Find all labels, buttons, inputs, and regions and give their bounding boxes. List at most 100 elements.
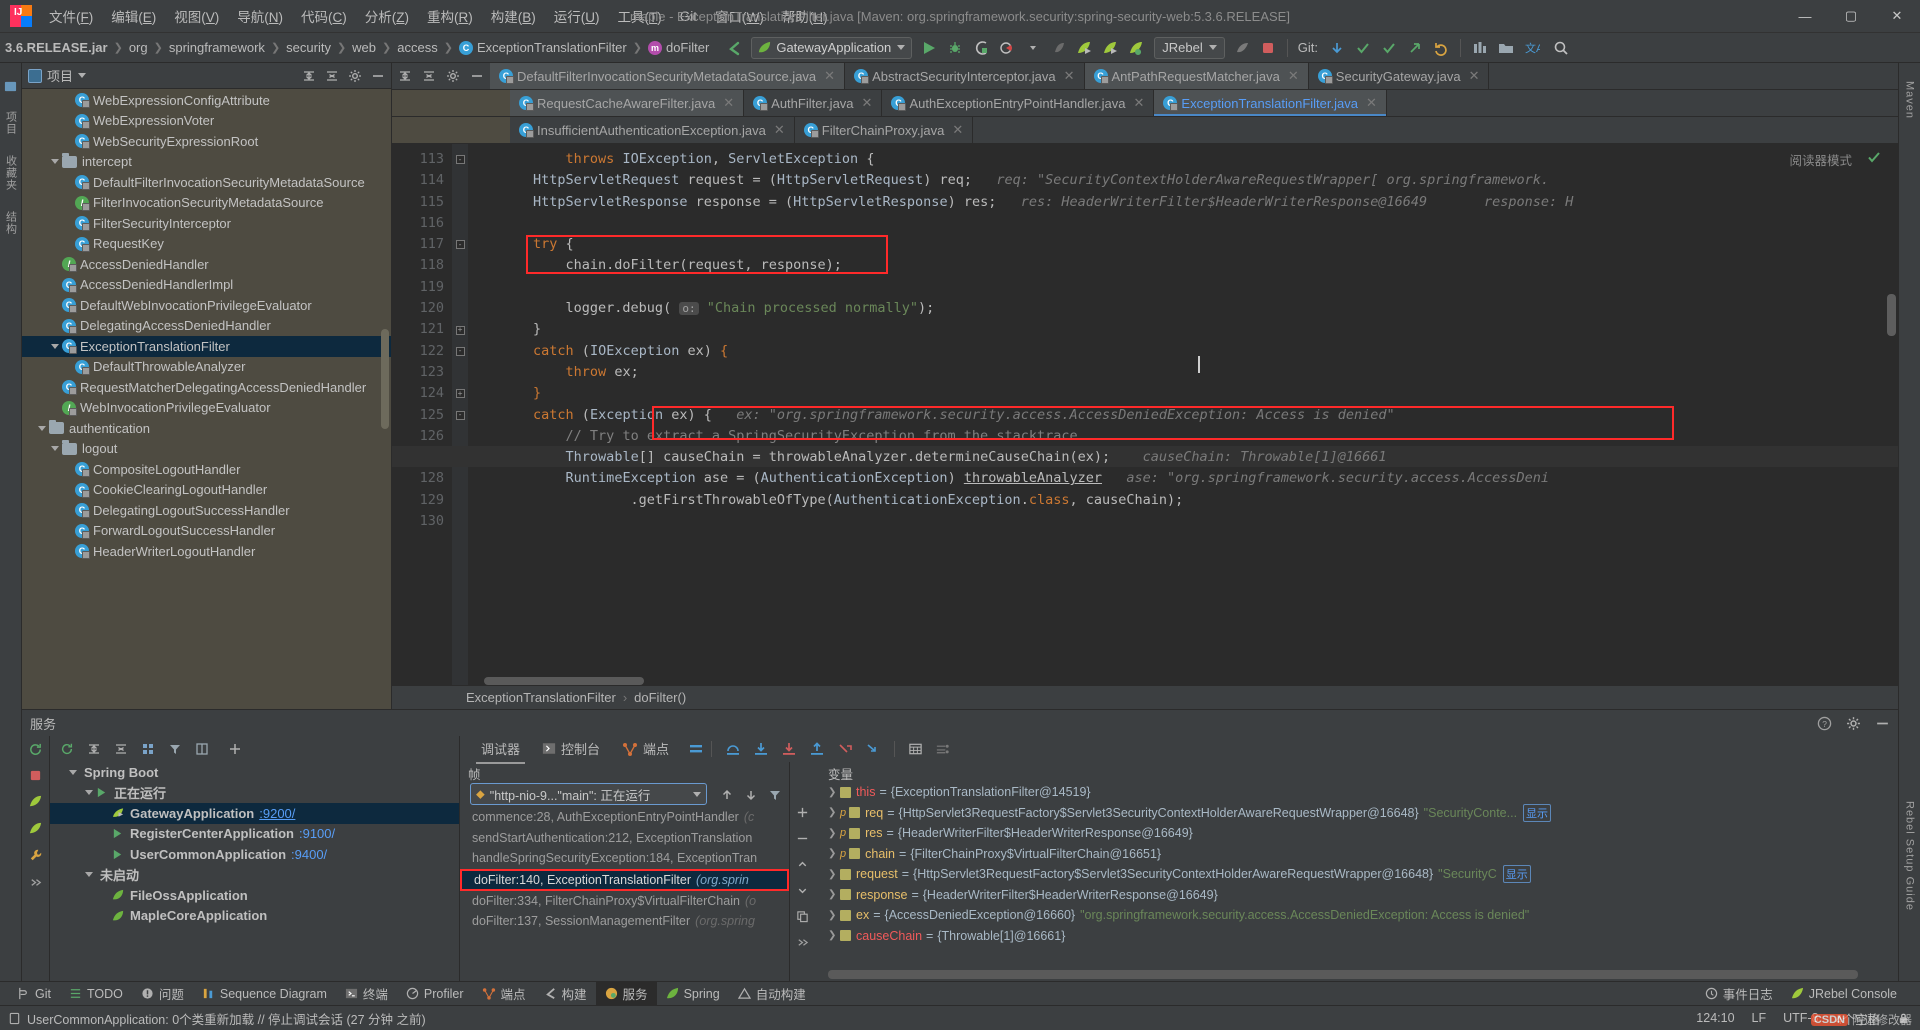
code-editor[interactable]: 113 114 115 116 117 118 119 120 121 122 123 124 125 1… bbox=[392, 144, 1898, 685]
profile-dropdown-icon[interactable] bbox=[995, 36, 1019, 60]
editor-horizontal-scrollbar[interactable] bbox=[484, 677, 644, 685]
tree-node[interactable]: C FilterSecurityInterceptor bbox=[22, 213, 391, 234]
left-strip-label-project[interactable]: 项目 bbox=[3, 111, 19, 135]
settings-list-icon[interactable] bbox=[935, 742, 950, 756]
editor-tab[interactable]: C AuthExceptionEntryPointHandler.java ✕ bbox=[882, 90, 1155, 116]
add-icon[interactable] bbox=[228, 742, 242, 756]
fold-toggle-icon[interactable]: - bbox=[455, 346, 465, 356]
git-push-icon[interactable] bbox=[1403, 36, 1427, 60]
editor-tab[interactable]: C InsufficientAuthenticationException.jav… bbox=[510, 117, 795, 143]
variable-row[interactable]: ❯ request = {HttpServlet3RequestFactory$Ser… bbox=[814, 864, 1898, 885]
undo-icon[interactable] bbox=[1429, 36, 1453, 60]
expand-chevron-icon[interactable]: ❯ bbox=[828, 889, 840, 900]
tree-node[interactable]: C WebExpressionVoter bbox=[22, 111, 391, 132]
code-viewport[interactable]: 113 114 115 116 117 118 119 120 121 122 123 124 125 1… bbox=[392, 144, 1898, 685]
tree-node[interactable]: C DefaultFilterInvocationSecurityMetadata… bbox=[22, 172, 391, 193]
jrebel-run-icon[interactable] bbox=[1073, 36, 1097, 60]
bottom-tool-问题[interactable]: 问题 bbox=[132, 982, 193, 1005]
bottom-tool-Git[interactable]: Git bbox=[8, 985, 60, 1003]
close-icon[interactable]: ✕ bbox=[862, 95, 873, 111]
chevron-down-icon[interactable] bbox=[82, 786, 95, 799]
service-port[interactable]: :9400/ bbox=[291, 847, 327, 862]
expand-chevron-icon[interactable]: ❯ bbox=[828, 910, 840, 921]
line-separator[interactable]: LF bbox=[1752, 1011, 1767, 1025]
fold-marker[interactable] bbox=[452, 213, 468, 234]
settings-gear-icon[interactable] bbox=[446, 69, 460, 83]
fold-marker[interactable] bbox=[452, 277, 468, 298]
tab-console[interactable]: 控制台 bbox=[531, 736, 611, 762]
chevron-down-icon[interactable] bbox=[48, 442, 61, 455]
fold-marker[interactable]: - bbox=[452, 234, 468, 255]
mute-breakpoints-icon[interactable] bbox=[688, 742, 704, 756]
scroll-down-icon[interactable] bbox=[796, 884, 809, 897]
fold-marker[interactable] bbox=[452, 362, 468, 383]
services-tree[interactable]: Spring Boot 正在运行 GatewayApplication:9200/R… bbox=[50, 762, 459, 981]
jrebel-run-icon[interactable] bbox=[28, 794, 43, 809]
service-row[interactable]: FileOssApplication bbox=[50, 885, 459, 906]
chevron-down-icon[interactable] bbox=[48, 155, 61, 168]
menu-item-11[interactable]: 窗口(W) bbox=[706, 2, 773, 30]
frame-row[interactable]: handleSpringSecurityException:184, Excep… bbox=[460, 848, 789, 869]
editor-tab[interactable]: C SecurityGateway.java ✕ bbox=[1308, 63, 1490, 89]
editor-scrollbar-thumb[interactable] bbox=[1887, 294, 1896, 336]
fold-marker[interactable] bbox=[452, 511, 468, 532]
jrebel-debug-icon[interactable] bbox=[1099, 36, 1123, 60]
minimize-panel-icon[interactable] bbox=[1875, 716, 1890, 731]
run-to-cursor-icon[interactable] bbox=[865, 742, 881, 756]
fold-toggle-icon[interactable]: + bbox=[455, 389, 465, 399]
filter-frames-icon[interactable] bbox=[768, 788, 782, 802]
thread-selector[interactable]: ⬥ "http-nio-9..."main": 正在运行 bbox=[470, 783, 707, 805]
stop-icon[interactable] bbox=[29, 769, 42, 782]
tree-node[interactable]: C WebSecurityExpressionRoot bbox=[22, 131, 391, 152]
frame-up-icon[interactable] bbox=[720, 788, 734, 802]
project-tool-icon[interactable] bbox=[3, 78, 19, 94]
bottom-tool-Sequence Diagram[interactable]: Sequence Diagram bbox=[193, 985, 336, 1003]
hide-panel-icon[interactable] bbox=[371, 69, 385, 83]
breadcrumb-item-4[interactable]: web bbox=[349, 38, 379, 57]
breadcrumb-item-3[interactable]: security bbox=[283, 38, 334, 57]
fold-marker[interactable] bbox=[452, 426, 468, 447]
service-row[interactable]: RegisterCenterApplication:9100/ bbox=[50, 824, 459, 845]
close-icon[interactable]: ✕ bbox=[774, 122, 785, 138]
menu-item-0[interactable]: 文件(F) bbox=[40, 2, 102, 30]
git-commit-icon[interactable] bbox=[1351, 36, 1375, 60]
jrebel-bird-icon[interactable] bbox=[1230, 36, 1254, 60]
fold-marker[interactable]: - bbox=[452, 341, 468, 362]
collapse-all-icon[interactable] bbox=[114, 742, 128, 756]
search-everywhere-icon[interactable] bbox=[1549, 36, 1573, 60]
close-icon[interactable]: ✕ bbox=[1288, 68, 1299, 84]
menu-item-10[interactable]: Git bbox=[671, 5, 706, 28]
show-more-button[interactable]: 显示 bbox=[1502, 865, 1531, 884]
close-icon[interactable]: ✕ bbox=[1134, 95, 1145, 111]
close-icon[interactable]: ✕ bbox=[723, 95, 734, 111]
bottom-tool-TODO[interactable]: TODO bbox=[60, 985, 132, 1003]
menu-item-3[interactable]: 导航(N) bbox=[228, 2, 292, 30]
service-port[interactable]: :9200/ bbox=[259, 806, 295, 821]
bottom-tool-Spring[interactable]: Spring bbox=[657, 985, 729, 1003]
step-into-icon[interactable] bbox=[753, 742, 769, 756]
fold-marker[interactable]: - bbox=[452, 405, 468, 426]
scroll-up-icon[interactable] bbox=[796, 858, 809, 871]
back-arrow-icon[interactable] bbox=[722, 36, 746, 60]
tree-node-selected[interactable]: C ExceptionTranslationFilter bbox=[22, 336, 391, 357]
tree-node[interactable]: I FilterInvocationSecurityMetadataSource bbox=[22, 193, 391, 214]
close-icon[interactable]: ✕ bbox=[1064, 68, 1075, 84]
bottom-tool-终端[interactable]: 终端 bbox=[336, 982, 397, 1005]
editor-tab[interactable]: C RequestCacheAwareFilter.java ✕ bbox=[510, 90, 745, 116]
copy-icon[interactable] bbox=[796, 910, 809, 923]
chevron-down-icon[interactable] bbox=[48, 340, 61, 353]
right-strip-label-rebel[interactable]: Rebel Setup Guide bbox=[1904, 801, 1916, 911]
expand-chevron-icon[interactable]: ❯ bbox=[828, 869, 840, 880]
tree-node[interactable]: C CompositeLogoutHandler bbox=[22, 459, 391, 480]
expand-chevron-icon[interactable]: ❯ bbox=[828, 787, 840, 798]
close-icon[interactable]: ✕ bbox=[1366, 95, 1377, 111]
close-icon[interactable]: ✕ bbox=[1469, 68, 1480, 84]
breadcrumb-method[interactable]: doFilter() bbox=[634, 690, 686, 705]
group-icon[interactable] bbox=[141, 742, 155, 756]
fold-marker[interactable]: - bbox=[452, 149, 468, 170]
expand-chevron-icon[interactable]: ❯ bbox=[828, 930, 840, 941]
menu-item-1[interactable]: 编辑(E) bbox=[102, 2, 165, 30]
breadcrumb-item-5[interactable]: access bbox=[394, 38, 440, 57]
layout-icon[interactable] bbox=[195, 742, 209, 756]
settings-gear-icon[interactable] bbox=[348, 69, 362, 83]
